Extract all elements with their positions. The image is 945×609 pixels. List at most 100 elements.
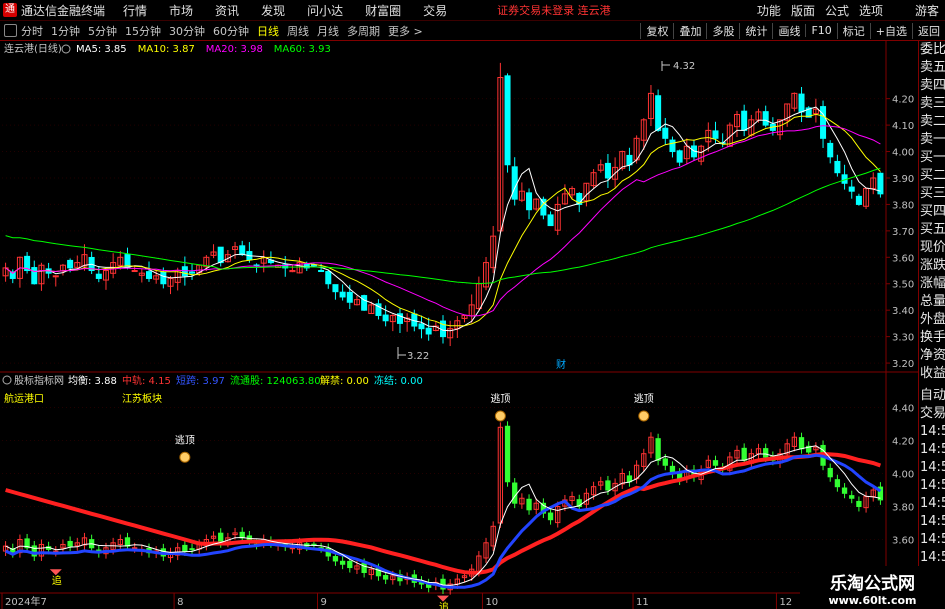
trade-field-4[interactable]: 14:56 — [919, 459, 945, 477]
money-bag-icon — [638, 410, 650, 422]
quote-field-0[interactable]: 委比 — [919, 41, 945, 59]
trade-field-9[interactable]: 14:56 — [919, 549, 945, 567]
indicator-candle — [655, 438, 661, 461]
guest-label[interactable]: 游客 — [915, 2, 939, 19]
indicator-candle — [662, 458, 668, 466]
indicator-tick-0: 4.40 — [892, 404, 914, 415]
escape-top-signal-2: 逃顶 — [634, 392, 654, 405]
period-tab-1min[interactable]: 1分钟 — [51, 23, 80, 39]
menu-item-wealth[interactable]: 财富圈 — [365, 2, 401, 19]
menu-item-trade[interactable]: 交易 — [423, 2, 447, 19]
candle — [547, 214, 554, 227]
tool-adjust-button[interactable]: 复权 — [640, 22, 673, 39]
indicator-candle — [547, 512, 554, 521]
menu-item-ask[interactable]: 问小达 — [307, 2, 343, 19]
quote-field-3[interactable]: 卖三 — [919, 95, 945, 113]
tool-f10-button[interactable]: F10 — [805, 24, 836, 37]
trade-field-5[interactable]: 14:56 — [919, 477, 945, 495]
quote-field-8[interactable]: 买三 — [919, 185, 945, 203]
quote-field-7[interactable]: 买二 — [919, 167, 945, 185]
indicator-value-1: 中轨: 4.15 — [122, 374, 171, 387]
menu-item-function[interactable]: 功能 — [757, 2, 781, 19]
tool-overlay-button[interactable]: 叠加 — [673, 22, 706, 39]
quote-field-4[interactable]: 卖二 — [919, 113, 945, 131]
indicator-candle — [763, 448, 769, 458]
menu-item-discover[interactable]: 发现 — [261, 2, 285, 19]
indicator-candle — [849, 495, 855, 499]
indicator-name[interactable]: 股标指标网 — [14, 374, 64, 387]
candle — [834, 160, 841, 174]
low-price-label: 3.22 — [407, 351, 429, 362]
period-tab-weekly[interactable]: 周线 — [287, 23, 309, 39]
period-tab-more[interactable]: 更多 > — [388, 23, 423, 39]
candle — [189, 271, 196, 274]
period-tab-5min[interactable]: 5分钟 — [88, 23, 117, 39]
stock-title: 连云港(日线) — [4, 42, 62, 55]
tool-add-watchlist-button[interactable]: +自选 — [869, 22, 912, 39]
period-tab-intraday[interactable]: 分时 — [21, 23, 43, 39]
period-tab-15min[interactable]: 15分钟 — [125, 23, 161, 39]
quote-field-18[interactable]: 收益 — [919, 365, 945, 383]
quote-field-16[interactable]: 换手 — [919, 329, 945, 347]
trade-field-2[interactable]: 14:56 — [919, 423, 945, 441]
tool-back-button[interactable]: 返回 — [912, 22, 945, 39]
period-tab-30min[interactable]: 30分钟 — [169, 23, 205, 39]
trade-login-warning[interactable]: 证券交易未登录 连云港 — [497, 2, 611, 18]
candle — [662, 127, 669, 139]
candle — [669, 139, 676, 153]
period-tab-daily[interactable]: 日线 — [257, 23, 279, 39]
candle — [361, 295, 368, 311]
quote-field-1[interactable]: 卖五 — [919, 59, 945, 77]
indicator-value-5: 冻结: 0.00 — [374, 374, 423, 387]
period-tab-multi[interactable]: 多周期 — [347, 23, 380, 39]
quote-field-17[interactable]: 净资 — [919, 347, 945, 365]
menu-item-formula[interactable]: 公式 — [825, 2, 849, 19]
chart-area[interactable]: 连云港(日线) MA5: 3.85 MA10: 3.87 MA20: 3.98 MA6… — [0, 41, 918, 609]
trade-field-3[interactable]: 14:56 — [919, 441, 945, 459]
quote-field-6[interactable]: 买一 — [919, 149, 945, 167]
quote-field-11[interactable]: 现价 — [919, 239, 945, 257]
date-tick-0: 2024年7 — [5, 595, 47, 608]
indicator-value-4: 解禁: 0.00 — [320, 374, 369, 387]
indicator-candle — [834, 479, 841, 488]
indicator-candle — [189, 548, 195, 551]
tool-stats-button[interactable]: 统计 — [739, 22, 772, 39]
menu-item-market[interactable]: 市场 — [169, 2, 193, 19]
tool-mark-button[interactable]: 标记 — [836, 22, 870, 39]
quote-field-5[interactable]: 卖一 — [919, 131, 945, 149]
quote-field-12[interactable]: 涨跌 — [919, 257, 945, 275]
finance-marker[interactable]: 财 — [556, 358, 566, 371]
tool-multi-stock-button[interactable]: 多股 — [706, 22, 739, 39]
date-tick-3: 10 — [485, 597, 498, 608]
indicator-tick-2: 4.00 — [892, 470, 914, 481]
candle — [526, 192, 533, 211]
quote-field-15[interactable]: 外盘 — [919, 311, 945, 329]
menu-item-news[interactable]: 资讯 — [215, 2, 239, 19]
app-title: 通达信金融终端 — [21, 3, 106, 18]
quote-field-14[interactable]: 总量 — [919, 293, 945, 311]
price-tick-2: 4.00 — [892, 148, 914, 159]
indicator-candle — [504, 425, 511, 483]
candle — [145, 271, 153, 279]
period-tab-60min[interactable]: 60分钟 — [213, 23, 249, 39]
tool-draw-button[interactable]: 画线 — [772, 22, 805, 39]
quote-field-2[interactable]: 卖四 — [919, 77, 945, 95]
indicator-candle — [339, 560, 346, 565]
candle — [504, 75, 511, 166]
price-tick-5: 3.70 — [892, 227, 914, 238]
menu-item-options[interactable]: 选项 — [859, 2, 883, 19]
quote-field-9[interactable]: 买四 — [919, 203, 945, 221]
menu-item-layout[interactable]: 版面 — [791, 2, 815, 19]
quote-field-13[interactable]: 涨幅 — [919, 275, 945, 293]
trade-field-8[interactable]: 14:56 — [919, 531, 945, 549]
trade-field-0[interactable]: 自动 — [919, 387, 945, 405]
lock-icon[interactable] — [4, 24, 17, 37]
quote-field-10[interactable]: 买五 — [919, 221, 945, 239]
trade-field-7[interactable]: 14:56 — [919, 513, 945, 531]
money-bag-icon — [494, 410, 506, 422]
trade-field-1[interactable]: 交易 — [919, 405, 945, 423]
period-tab-monthly[interactable]: 月线 — [317, 23, 339, 39]
menu-item-quotes[interactable]: 行情 — [123, 2, 147, 19]
price-tick-4: 3.80 — [892, 200, 914, 211]
trade-field-6[interactable]: 14:56 — [919, 495, 945, 513]
